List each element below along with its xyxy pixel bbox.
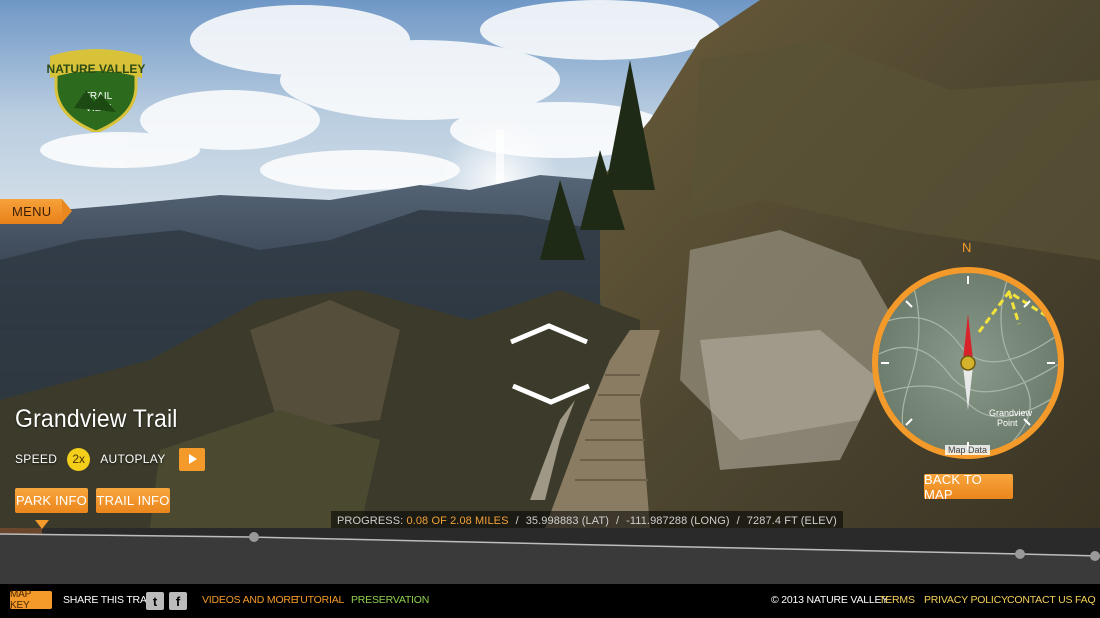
map-place-label: Grandview [989, 408, 1033, 418]
progress-long: -111.987288 (LONG) [626, 514, 730, 527]
timeline-position-marker[interactable] [35, 520, 49, 529]
speed-controls: SPEED 2x AUTOPLAY [15, 446, 205, 472]
privacy-link[interactable]: PRIVACY POLICY [924, 594, 1008, 606]
progress-label: PROGRESS: [337, 514, 404, 527]
progress-lat: 35.998883 (LAT) [525, 514, 609, 527]
speed-toggle[interactable]: 2x [67, 447, 91, 471]
nature-valley-logo[interactable]: NATURE VALLEY TRAIL VIEW [46, 46, 146, 134]
park-info-button[interactable]: PARK INFO [15, 488, 88, 513]
elevation-graph [0, 528, 1100, 584]
preservation-link[interactable]: PRESERVATION [351, 594, 429, 606]
progress-of: OF [431, 514, 447, 527]
play-icon[interactable] [178, 447, 205, 471]
copyright-text: © 2013 NATURE VALLEY [771, 594, 889, 606]
map-place-label-2: Point [997, 418, 1018, 428]
contact-link[interactable]: CONTACT US [1007, 594, 1072, 606]
menu-button[interactable]: MENU [0, 199, 72, 224]
speed-label: SPEED [15, 452, 58, 466]
chevron-down-icon[interactable] [511, 382, 591, 406]
share-trail-label: SHARE THIS TRAIL [63, 594, 156, 606]
facebook-icon[interactable]: f [169, 592, 187, 610]
waypoint-marker[interactable] [249, 532, 259, 542]
videos-link[interactable]: VIDEOS AND MORE [202, 594, 298, 606]
back-to-map-button[interactable]: BACK TO MAP [924, 472, 1013, 502]
footer-bar: MAP KEY SHARE THIS TRAIL t f VIDEOS AND … [0, 584, 1100, 618]
faq-link[interactable]: FAQ [1075, 594, 1096, 606]
twitter-icon[interactable]: t [146, 592, 164, 610]
logo-text-top: NATURE VALLEY [47, 62, 146, 76]
chevron-up-icon[interactable] [509, 322, 589, 346]
compass-map[interactable]: Grandview Point [869, 264, 1067, 462]
progress-elev: 7287.4 FT (ELEV) [746, 514, 837, 527]
tutorial-link[interactable]: TUTORIAL [294, 594, 344, 606]
progress-distance: 0.08 [406, 514, 429, 527]
waypoint-marker[interactable] [1090, 551, 1100, 561]
trail-name: Grandview Trail [15, 405, 178, 433]
terms-link[interactable]: TERMS [879, 594, 915, 606]
map-data-attribution: Map Data [945, 445, 991, 455]
map-key-button[interactable]: MAP KEY [10, 589, 52, 611]
autoplay-label: AUTOPLAY [100, 452, 166, 466]
compass-north-label: N [962, 240, 972, 255]
trail-info-button[interactable]: TRAIL INFO [96, 488, 170, 513]
elevation-timeline[interactable] [0, 520, 1100, 584]
progress-total: 2.08 MILES [450, 514, 509, 527]
menu-label: MENU [12, 204, 52, 219]
waypoint-marker[interactable] [1015, 549, 1025, 559]
